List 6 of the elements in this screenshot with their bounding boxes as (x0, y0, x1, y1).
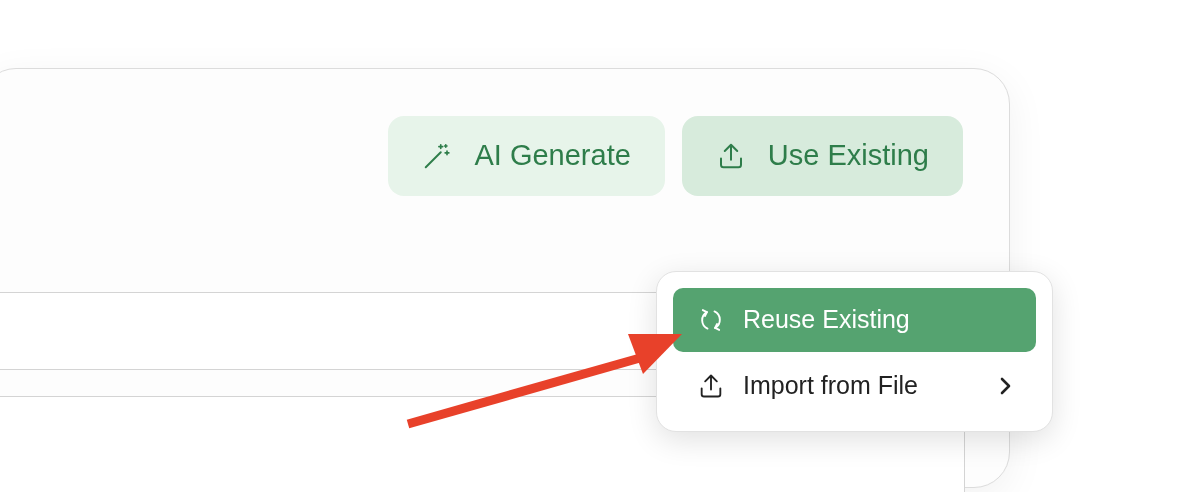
chevron-right-icon (998, 376, 1012, 396)
menu-item[interactable]: Reuse Existing (673, 288, 1036, 352)
menu-item[interactable]: Import from File (673, 354, 1036, 418)
toolbar-button[interactable]: Use Existing (681, 116, 963, 196)
toolbar-button[interactable]: AI Generate (388, 116, 665, 196)
magic-wand-icon (422, 141, 453, 171)
